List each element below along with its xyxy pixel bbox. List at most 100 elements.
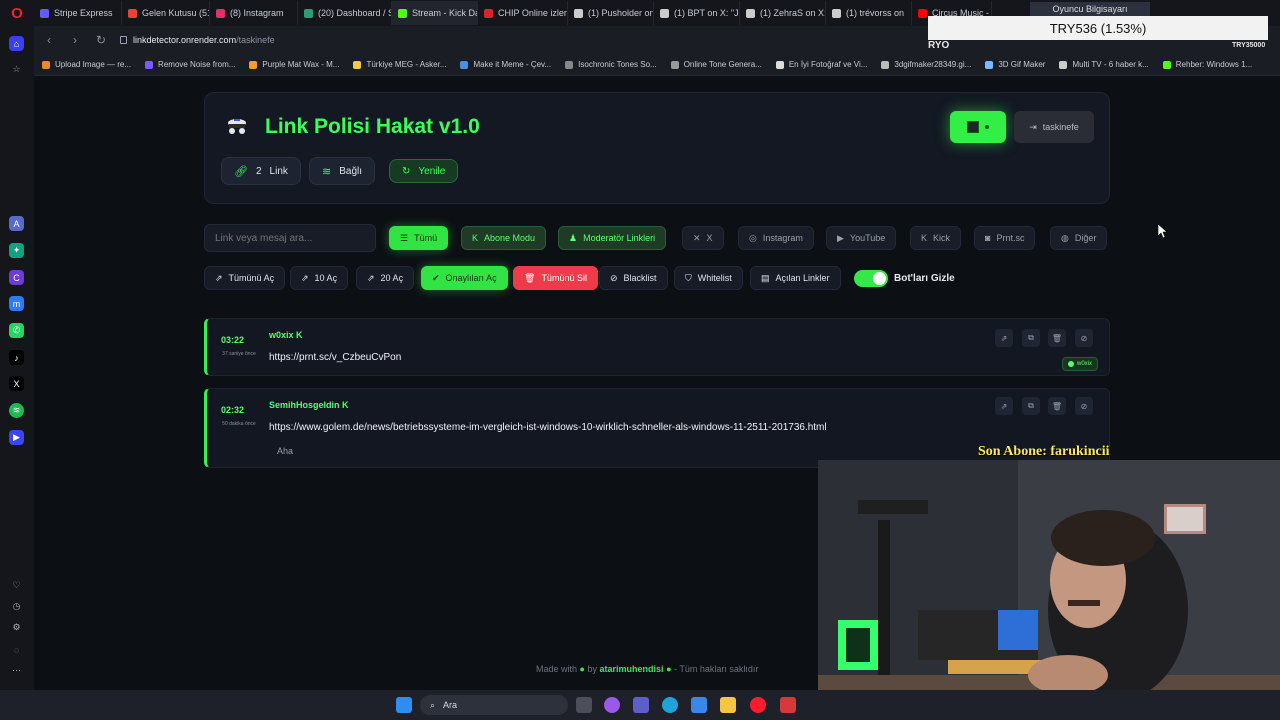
- copy-button[interactable]: ⧉: [1022, 329, 1040, 347]
- x-icon: ✕: [693, 232, 701, 243]
- cs-icon[interactable]: C: [9, 270, 24, 285]
- open-link-button[interactable]: ⇗: [995, 329, 1013, 347]
- store-icon[interactable]: [691, 697, 707, 713]
- back-icon[interactable]: ‹: [42, 33, 56, 47]
- filter-all[interactable]: ☰ Tümü: [389, 226, 449, 250]
- tab-x-pusholder[interactable]: (1) Pusholder on X: [568, 1, 654, 25]
- kick-icon: [398, 8, 407, 18]
- edge-icon[interactable]: [662, 697, 678, 713]
- x-icon: [660, 8, 669, 18]
- bookmark-item[interactable]: Purple Mat Wax - M...: [249, 60, 339, 69]
- x-icon[interactable]: X: [9, 376, 24, 391]
- whitelist-button[interactable]: ⛉ Whitelist: [674, 266, 743, 290]
- star-icon[interactable]: ☆: [9, 62, 24, 77]
- opened-links-button[interactable]: ▤ Açılan Linkler: [750, 266, 841, 290]
- avatar-button[interactable]: [950, 111, 1006, 143]
- messenger-icon[interactable]: m: [9, 296, 24, 311]
- toggle-knob: [873, 272, 886, 285]
- user-logout-button[interactable]: ⇥ taskinefe: [1014, 111, 1094, 143]
- open-20-button[interactable]: ⇗ 20 Aç: [356, 266, 415, 290]
- file-explorer-icon[interactable]: [720, 697, 736, 713]
- tiktok-icon[interactable]: ♪: [9, 350, 24, 365]
- bookmark-item[interactable]: Online Tone Genera...: [670, 60, 762, 69]
- search-input[interactable]: [204, 224, 376, 252]
- block-button[interactable]: ⊘: [1075, 397, 1093, 415]
- open-10-button[interactable]: ⇗ 10 Aç: [290, 266, 349, 290]
- hide-bots-toggle[interactable]: [854, 270, 888, 287]
- whatsapp-icon[interactable]: ✆: [9, 323, 24, 338]
- bookmark-item[interactable]: Isochronic Tones So...: [565, 60, 657, 69]
- filter-other[interactable]: ◍ Diğer: [1050, 226, 1108, 250]
- tab-x-trevorss[interactable]: (1) trévorss on: [826, 1, 912, 25]
- camera-icon: ◙: [985, 233, 991, 243]
- bookmark-item[interactable]: Multi TV - 6 haber k...: [1059, 60, 1149, 69]
- footer-by: by: [587, 664, 598, 674]
- external-link-icon: ⇗: [301, 272, 309, 283]
- spotify-icon[interactable]: ≋: [9, 403, 24, 418]
- filter-prntsc[interactable]: ◙ Prnt.sc: [974, 226, 1036, 250]
- bookmark-item[interactable]: 3D Gif Maker: [985, 60, 1045, 69]
- teams-icon[interactable]: [633, 697, 649, 713]
- forward-icon[interactable]: ›: [68, 33, 82, 47]
- app-icon[interactable]: [780, 697, 796, 713]
- tab-x-zehras[interactable]: (1) ZehraS on X: "E: [740, 1, 826, 25]
- link-url[interactable]: https://prnt.sc/v_CzbeuCvPon: [269, 352, 401, 363]
- url-field[interactable]: linkdetector.onrender.com/taskinefe: [120, 35, 275, 45]
- tab-x-bpt[interactable]: (1) BPT on X: "Japo: [654, 1, 740, 25]
- filter-subscriber-label: Abone Modu: [484, 233, 536, 243]
- delete-all-button[interactable]: 🗑︎ Tümünü Sil: [513, 266, 598, 290]
- player-icon[interactable]: ▶: [9, 430, 24, 445]
- bookmark-item[interactable]: Türkiye MEG - Asker...: [353, 60, 446, 69]
- open-link-button[interactable]: ⇗: [995, 397, 1013, 415]
- globe-icon: ◍: [1061, 232, 1069, 243]
- settings-icon[interactable]: ⚙: [9, 620, 24, 635]
- open-approved-button[interactable]: ✔ Onaylıları Aç: [421, 266, 508, 290]
- bookmark-item[interactable]: Make it Meme - Çev...: [460, 60, 551, 69]
- filter-kick[interactable]: K Kick: [910, 226, 962, 250]
- blacklist-button[interactable]: ⊘ Blacklist: [599, 266, 668, 290]
- filter-x[interactable]: ✕ X: [682, 226, 724, 250]
- copilot-icon[interactable]: [604, 697, 620, 713]
- bookmark-item[interactable]: Remove Noise from...: [145, 60, 235, 69]
- avatar: [967, 121, 979, 133]
- aria-icon[interactable]: A: [9, 216, 24, 231]
- browser-sidebar: ⌂ ☆ A ✦ C m ✆ ♪ X ≋ ▶ ♡ ◷ ⚙ ◌ ⋯: [0, 26, 34, 690]
- chatgpt-icon[interactable]: ✦: [9, 243, 24, 258]
- filter-moderator[interactable]: ♟ Moderatör Linkleri: [558, 226, 667, 250]
- reload-icon[interactable]: ↻: [94, 33, 108, 47]
- history-icon[interactable]: ◷: [9, 599, 24, 614]
- link-user: w0xix K: [269, 330, 303, 340]
- delete-button[interactable]: 🗑︎: [1048, 397, 1066, 415]
- opera-logo-icon[interactable]: O: [0, 0, 34, 26]
- opera-icon[interactable]: [750, 697, 766, 713]
- tab-chip[interactable]: CHIP Online izlene: [478, 1, 568, 25]
- home-icon[interactable]: ⌂: [9, 36, 24, 51]
- block-button[interactable]: ⊘: [1075, 329, 1093, 347]
- bookmark-item[interactable]: En İyi Fotoğraf ve Vi...: [775, 60, 867, 69]
- footer-author[interactable]: atarimuhendisi: [600, 664, 664, 674]
- tab-dashboard[interactable]: (20) Dashboard / S: [298, 1, 392, 25]
- open-all-button[interactable]: ⇗ Tümünü Aç: [204, 266, 286, 290]
- tab-kick-dashboard[interactable]: Stream - Kick Dash: [392, 1, 478, 25]
- taskbar-search[interactable]: ⌕ Ara: [420, 695, 568, 715]
- heart-icon[interactable]: ♡: [9, 578, 24, 593]
- bookmark-item[interactable]: 3dgifmaker28349.gi...: [881, 60, 971, 69]
- filter-subscriber[interactable]: K Abone Modu: [461, 226, 547, 250]
- stripe-icon: [40, 8, 49, 18]
- task-view-icon[interactable]: [576, 697, 592, 713]
- more-icon[interactable]: ⋯: [9, 663, 24, 678]
- tab-gmail[interactable]: Gelen Kutusu (516): [122, 1, 210, 25]
- copy-button[interactable]: ⧉: [1022, 397, 1040, 415]
- lightbulb-icon[interactable]: ◌: [9, 642, 24, 657]
- bookmark-item[interactable]: Rehber: Windows 1...: [1162, 60, 1252, 69]
- filter-youtube[interactable]: ▶ YouTube: [826, 226, 897, 250]
- tab-stripe[interactable]: Stripe Express: [34, 1, 122, 25]
- bookmark-item[interactable]: Upload Image — re...: [42, 60, 131, 69]
- refresh-button[interactable]: ↻ Yenile: [389, 159, 459, 183]
- link-ago: 37 saniye önce: [222, 351, 256, 357]
- tab-instagram[interactable]: (8) Instagram: [210, 1, 298, 25]
- delete-button[interactable]: 🗑︎: [1048, 329, 1066, 347]
- filter-instagram[interactable]: ◎ Instagram: [738, 226, 814, 250]
- link-url[interactable]: https://www.golem.de/news/betriebssystem…: [269, 422, 827, 433]
- windows-start-icon[interactable]: [396, 697, 412, 713]
